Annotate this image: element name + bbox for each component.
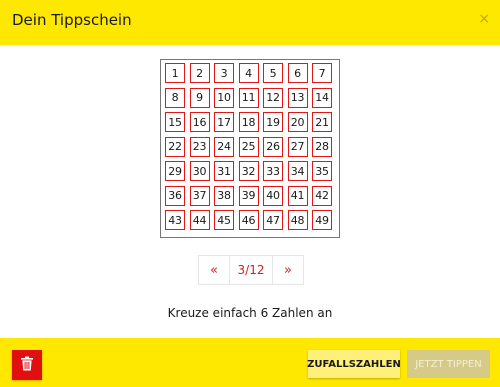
number-cell[interactable]: 14 — [312, 87, 332, 108]
pager: « 3/12 » — [198, 255, 304, 285]
number-cell[interactable]: 36 — [165, 185, 185, 206]
modal-title: Dein Tippschein — [12, 11, 132, 29]
number-cell[interactable]: 45 — [214, 210, 234, 230]
number-cell[interactable]: 23 — [189, 136, 210, 157]
number-cell[interactable]: 43 — [165, 210, 185, 230]
instruction-text: Kreuze einfach 6 Zahlen an — [167, 306, 333, 320]
number-cell[interactable]: 42 — [312, 185, 332, 206]
number-cell[interactable]: 11 — [238, 87, 259, 108]
number-cell[interactable]: 6 — [287, 63, 308, 83]
number-cell[interactable]: 44 — [189, 210, 210, 230]
number-cell[interactable]: 18 — [238, 112, 259, 132]
number-cell[interactable]: 27 — [287, 136, 308, 157]
number-cell[interactable]: 25 — [238, 136, 259, 157]
number-cell[interactable]: 2 — [189, 63, 210, 83]
number-cell[interactable]: 28 — [312, 136, 332, 157]
pager-page-indicator: 3/12 — [229, 256, 273, 284]
number-cell[interactable]: 33 — [263, 161, 283, 181]
number-cell[interactable]: 3 — [214, 63, 234, 83]
number-cell[interactable]: 9 — [189, 87, 210, 108]
number-cell[interactable]: 48 — [287, 210, 308, 230]
number-cell[interactable]: 16 — [189, 112, 210, 132]
pager-next-button[interactable]: » — [273, 256, 303, 284]
number-cell[interactable]: 4 — [238, 63, 259, 83]
number-cell[interactable]: 24 — [214, 136, 234, 157]
number-cell[interactable]: 38 — [214, 185, 234, 206]
number-cell[interactable]: 37 — [189, 185, 210, 206]
number-grid: 1 2 3 4 5 6 7 8 9 10 11 12 13 14 15 16 17 18 19 20 21 22 23 24 2… — [165, 63, 332, 230]
number-cell[interactable]: 1 — [165, 63, 185, 83]
close-button[interactable]: × — [478, 9, 490, 29]
number-cell[interactable]: 15 — [165, 112, 185, 132]
modal-footer: ZUFALLSZAHLEN JETZT TIPPEN — [0, 338, 500, 387]
number-grid-panel: 1 2 3 4 5 6 7 8 9 10 11 12 13 14 15 16 17 18 19 20 21 22 23 24 2… — [160, 59, 340, 238]
number-cell[interactable]: 5 — [263, 63, 283, 83]
number-cell[interactable]: 22 — [165, 136, 185, 157]
number-cell[interactable]: 17 — [214, 112, 234, 132]
number-cell[interactable]: 31 — [214, 161, 234, 181]
clear-button[interactable] — [12, 350, 42, 380]
submit-tip-button[interactable]: JETZT TIPPEN — [407, 350, 490, 378]
number-cell[interactable]: 7 — [312, 63, 332, 83]
number-cell[interactable]: 41 — [287, 185, 308, 206]
modal-header: Dein Tippschein × — [0, 0, 500, 45]
number-cell[interactable]: 13 — [287, 87, 308, 108]
number-cell[interactable]: 39 — [238, 185, 259, 206]
number-cell[interactable]: 46 — [238, 210, 259, 230]
number-cell[interactable]: 34 — [287, 161, 308, 181]
number-cell[interactable]: 47 — [263, 210, 283, 230]
number-cell[interactable]: 26 — [263, 136, 283, 157]
number-cell[interactable]: 32 — [238, 161, 259, 181]
number-cell[interactable]: 40 — [263, 185, 283, 206]
number-cell[interactable]: 21 — [312, 112, 332, 132]
number-cell[interactable]: 19 — [263, 112, 283, 132]
tippschein-modal: Dein Tippschein × 1 2 3 4 5 6 7 8 9 10 11 12 13 14 15 1… — [0, 0, 500, 387]
number-cell[interactable]: 30 — [189, 161, 210, 181]
number-cell[interactable]: 29 — [165, 161, 185, 181]
pager-prev-button[interactable]: « — [199, 256, 229, 284]
number-cell[interactable]: 10 — [214, 87, 234, 108]
number-cell[interactable]: 35 — [312, 161, 332, 181]
number-cell[interactable]: 8 — [165, 87, 185, 108]
random-numbers-button[interactable]: ZUFALLSZAHLEN — [307, 350, 401, 378]
number-cell[interactable]: 12 — [263, 87, 283, 108]
number-cell[interactable]: 49 — [312, 210, 332, 230]
trash-icon — [20, 356, 34, 375]
number-cell[interactable]: 20 — [287, 112, 308, 132]
